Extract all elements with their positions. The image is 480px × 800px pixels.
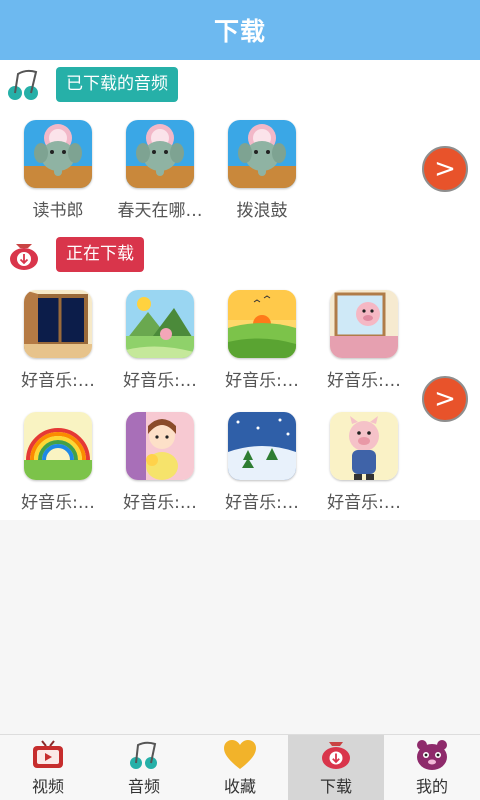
downloading-item[interactable]: 好音乐:… — [217, 412, 307, 513]
item-title: 好音乐:… — [21, 371, 95, 391]
item-title: 春天在哪… — [117, 201, 203, 221]
music-note-icon — [8, 69, 38, 100]
downloaded-item[interactable]: 读书郎 — [13, 120, 103, 221]
next-page-button[interactable]: > — [422, 146, 468, 192]
page-title: 下载 — [213, 17, 266, 46]
tab-mine[interactable]: 我的 — [384, 735, 480, 800]
item-title: 好音乐:… — [327, 493, 401, 513]
rainbow-thumbnail — [24, 412, 92, 480]
next-page-button[interactable]: > — [422, 376, 468, 422]
item-title: 拨浪鼓 — [236, 201, 288, 221]
downloading-item[interactable]: 好音乐:… — [13, 412, 103, 513]
downloading-item[interactable]: 好音乐:… — [319, 412, 409, 513]
download-content: 已下载的音频 读书郎 春天在哪… 拨浪鼓 > 正在下载 好音乐:… 好音乐:… … — [0, 60, 480, 520]
tab-label: 音频 — [127, 776, 160, 796]
download-bag-icon — [10, 244, 38, 270]
downloading-section-header: 正在下载 — [6, 236, 144, 272]
sunset-thumbnail — [228, 290, 296, 358]
elephant-thumbnail — [24, 120, 92, 188]
item-title: 读书郎 — [32, 201, 84, 221]
snow-thumbnail — [228, 412, 296, 480]
downloaded-item[interactable]: 拨浪鼓 — [217, 120, 307, 221]
tab-label: 收藏 — [223, 776, 256, 796]
downloaded-section-header: 已下载的音频 — [6, 66, 178, 102]
downloading-item[interactable]: 好音乐:… — [13, 290, 103, 391]
tab-favorites[interactable]: 收藏 — [192, 735, 288, 800]
girl-thumbnail — [126, 412, 194, 480]
downloading-item[interactable]: 好音乐:… — [115, 290, 205, 391]
downloading-item[interactable]: 好音乐:… — [217, 290, 307, 391]
heart-icon — [224, 739, 256, 769]
tab-label: 我的 — [415, 776, 448, 796]
elephant-thumbnail — [126, 120, 194, 188]
tab-audio[interactable]: 音频 — [96, 735, 192, 800]
music-note-icon — [130, 741, 157, 769]
elephant-thumbnail — [228, 120, 296, 188]
landscape-thumbnail — [126, 290, 194, 358]
download-bag-icon — [322, 741, 350, 769]
downloading-item[interactable]: 好音乐:… — [115, 412, 205, 513]
downloading-label: 正在下载 — [56, 236, 144, 272]
item-title: 好音乐:… — [21, 493, 95, 513]
item-title: 好音乐:… — [225, 493, 299, 513]
tv-icon — [33, 739, 63, 768]
pig-thumbnail — [330, 412, 398, 480]
tab-download[interactable]: 下载 — [288, 735, 384, 800]
tab-label: 下载 — [319, 776, 352, 796]
window-night-thumbnail — [24, 290, 92, 358]
item-title: 好音乐:… — [123, 371, 197, 391]
downloaded-item[interactable]: 春天在哪… — [115, 120, 205, 221]
downloading-item[interactable]: 好音乐:… — [319, 290, 409, 391]
bottom-tab-bar: 视频 音频 收藏 下载 我的 — [0, 734, 480, 800]
pig-window-thumbnail — [330, 290, 398, 358]
item-title: 好音乐:… — [225, 371, 299, 391]
item-title: 好音乐:… — [123, 493, 197, 513]
tab-label: 视频 — [31, 776, 64, 796]
downloaded-label: 已下载的音频 — [56, 66, 178, 102]
top-bar: 下载 — [0, 0, 480, 60]
bear-face-icon — [417, 739, 447, 770]
item-title: 好音乐:… — [327, 371, 401, 391]
tab-video[interactable]: 视频 — [0, 735, 96, 800]
